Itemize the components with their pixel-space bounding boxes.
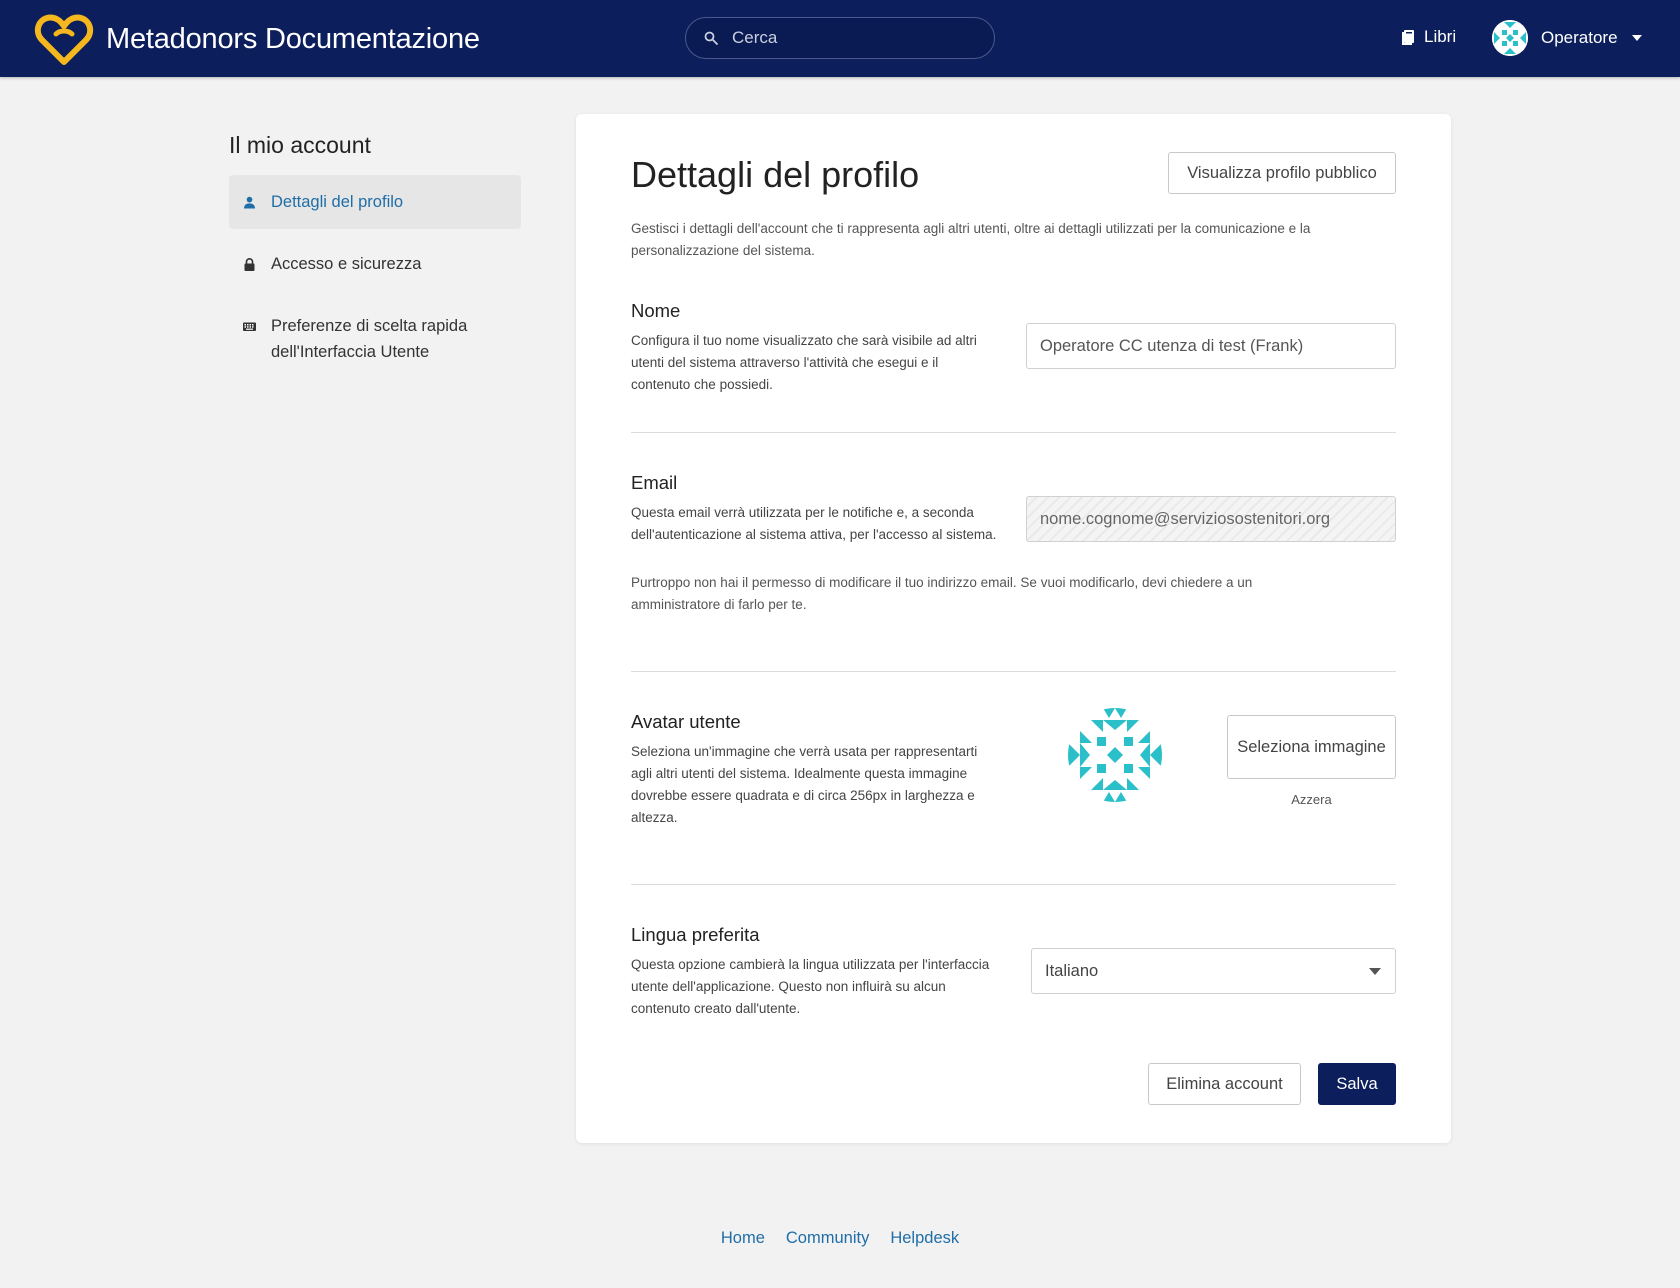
page-title: Dettagli del profilo: [631, 154, 920, 195]
app-title: Metadonors Documentazione: [106, 22, 480, 55]
avatar-section-title: Avatar utente: [631, 711, 741, 732]
footer-link-home[interactable]: Home: [721, 1229, 765, 1248]
footer: Home Community Helpdesk: [0, 1229, 1680, 1248]
books-link-label: Libri: [1424, 27, 1457, 46]
divider: [631, 884, 1396, 885]
save-button[interactable]: Salva: [1318, 1063, 1396, 1105]
language-section-title: Lingua preferita: [631, 924, 760, 945]
lock-icon: [243, 251, 259, 277]
avatar-section-description: Seleziona un'immagine che verrà usata pe…: [631, 744, 978, 825]
sidebar-item-shortcut-preferences[interactable]: Preferenze di scelta rapida dell'Interfa…: [229, 299, 521, 379]
sidebar-item-profile-details[interactable]: Dettagli del profilo: [229, 175, 521, 229]
sidebar-item-access-security[interactable]: Accesso e sicurezza: [229, 237, 521, 291]
account-sidebar: Il mio account Dettagli del profilo Acce…: [229, 132, 521, 387]
footer-link-community[interactable]: Community: [786, 1229, 869, 1248]
chevron-down-icon: [1369, 967, 1381, 975]
book-icon: [1402, 30, 1414, 45]
view-public-profile-button[interactable]: Visualizza profilo pubblico: [1168, 152, 1396, 194]
sidebar-item-label: Accesso e sicurezza: [271, 255, 422, 273]
email-permission-note: Purtroppo non hai il permesso di modific…: [631, 575, 1253, 612]
avatar: [1492, 20, 1528, 56]
search-box[interactable]: [685, 17, 995, 59]
sidebar-item-label: Dettagli del profilo: [271, 193, 404, 211]
top-header: Metadonors Documentazione Libri: [0, 0, 1680, 77]
email-section-description: Questa email verrà utilizzata per le not…: [631, 505, 997, 542]
email-section-title: Email: [631, 472, 678, 493]
sidebar-title: Il mio account: [229, 132, 371, 158]
user-name: Operatore: [1541, 28, 1618, 47]
footer-link-helpdesk[interactable]: Helpdesk: [890, 1229, 959, 1248]
profile-card: Dettagli del profilo Visualizza profilo …: [576, 114, 1451, 1143]
language-select[interactable]: Italiano: [1031, 948, 1396, 994]
name-section-description: Configura il tuo nome visualizzato che s…: [631, 333, 977, 392]
chevron-down-icon: [1631, 35, 1642, 41]
language-select-value: Italiano: [1045, 961, 1099, 980]
user-menu[interactable]: Operatore: [1492, 20, 1642, 56]
avatar-preview: [1068, 708, 1162, 802]
keyboard-icon: [243, 313, 259, 339]
email-field: [1026, 496, 1396, 542]
identicon-small-icon: [1492, 20, 1528, 56]
divider: [631, 432, 1396, 433]
logo-icon: [34, 14, 94, 65]
delete-account-button[interactable]: Elimina account: [1148, 1063, 1301, 1105]
select-image-button[interactable]: Seleziona immagine: [1227, 715, 1396, 779]
brand[interactable]: Metadonors Documentazione: [34, 12, 480, 66]
intro-text: Gestisci i dettagli dell'account che ti …: [631, 221, 1311, 258]
reset-avatar-link[interactable]: Azzera: [1227, 792, 1396, 807]
search-icon: [704, 31, 718, 45]
search-input[interactable]: [732, 28, 972, 48]
language-section-description: Questa opzione cambierà la lingua utiliz…: [631, 957, 990, 1016]
display-name-input[interactable]: [1026, 323, 1396, 369]
name-section-title: Nome: [631, 300, 681, 321]
user-icon: [243, 189, 259, 215]
books-link[interactable]: Libri: [1402, 27, 1456, 47]
divider: [631, 671, 1396, 672]
sidebar-item-label: Preferenze di scelta rapida dell'Interfa…: [271, 317, 468, 361]
